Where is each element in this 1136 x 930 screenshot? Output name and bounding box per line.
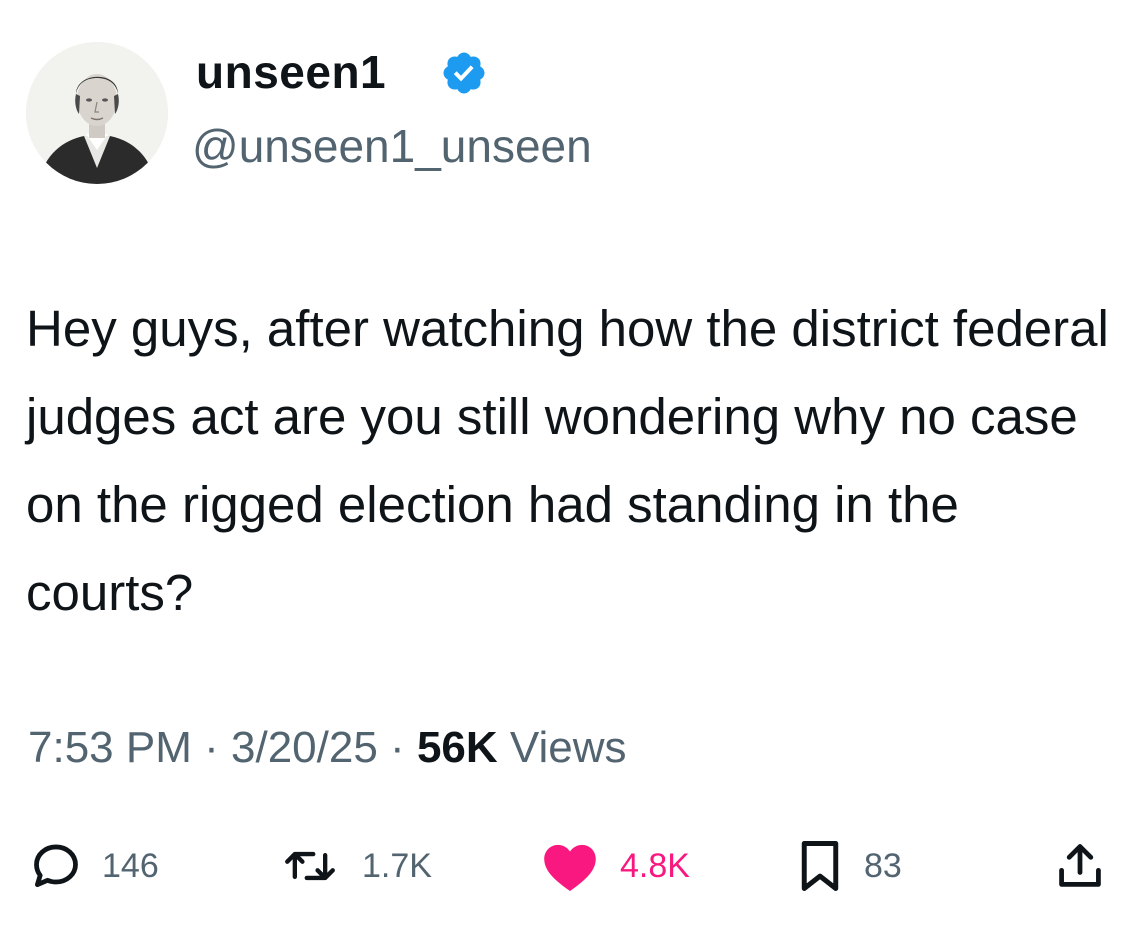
retweet-icon (285, 851, 335, 881)
views-label: Views (509, 723, 627, 772)
meta-separator: · (390, 723, 405, 772)
verified-badge-icon (443, 52, 485, 94)
like-count: 4.8K (620, 847, 690, 885)
reply-button[interactable]: 146 (30, 838, 159, 894)
reply-count: 146 (102, 847, 159, 885)
tweet-text: Hey guys, after watching how the distric… (26, 300, 1109, 621)
tweet-time[interactable]: 7:53 PM (28, 723, 192, 772)
display-name[interactable]: unseen1 (196, 44, 386, 100)
user-handle[interactable]: @unseen1_unseen (192, 118, 592, 174)
meta-separator: · (204, 723, 219, 772)
bookmark-icon (801, 841, 839, 891)
reply-icon (34, 844, 78, 888)
avatar[interactable] (26, 42, 168, 184)
share-button[interactable] (1054, 838, 1106, 894)
heart-icon (544, 844, 596, 892)
tweet-meta: 7:53 PM · 3/20/25 · 56K Views (28, 718, 626, 778)
portrait-image (26, 42, 168, 184)
like-button[interactable]: 4.8K (540, 838, 690, 894)
views-count: 56K (416, 723, 498, 772)
bookmark-button[interactable]: 83 (796, 838, 902, 894)
share-icon (1059, 844, 1101, 887)
bookmark-count: 83 (864, 847, 902, 885)
tweet-date[interactable]: 3/20/25 (231, 723, 378, 772)
retweet-count: 1.7K (362, 847, 432, 885)
retweet-button[interactable]: 1.7K (278, 838, 432, 894)
